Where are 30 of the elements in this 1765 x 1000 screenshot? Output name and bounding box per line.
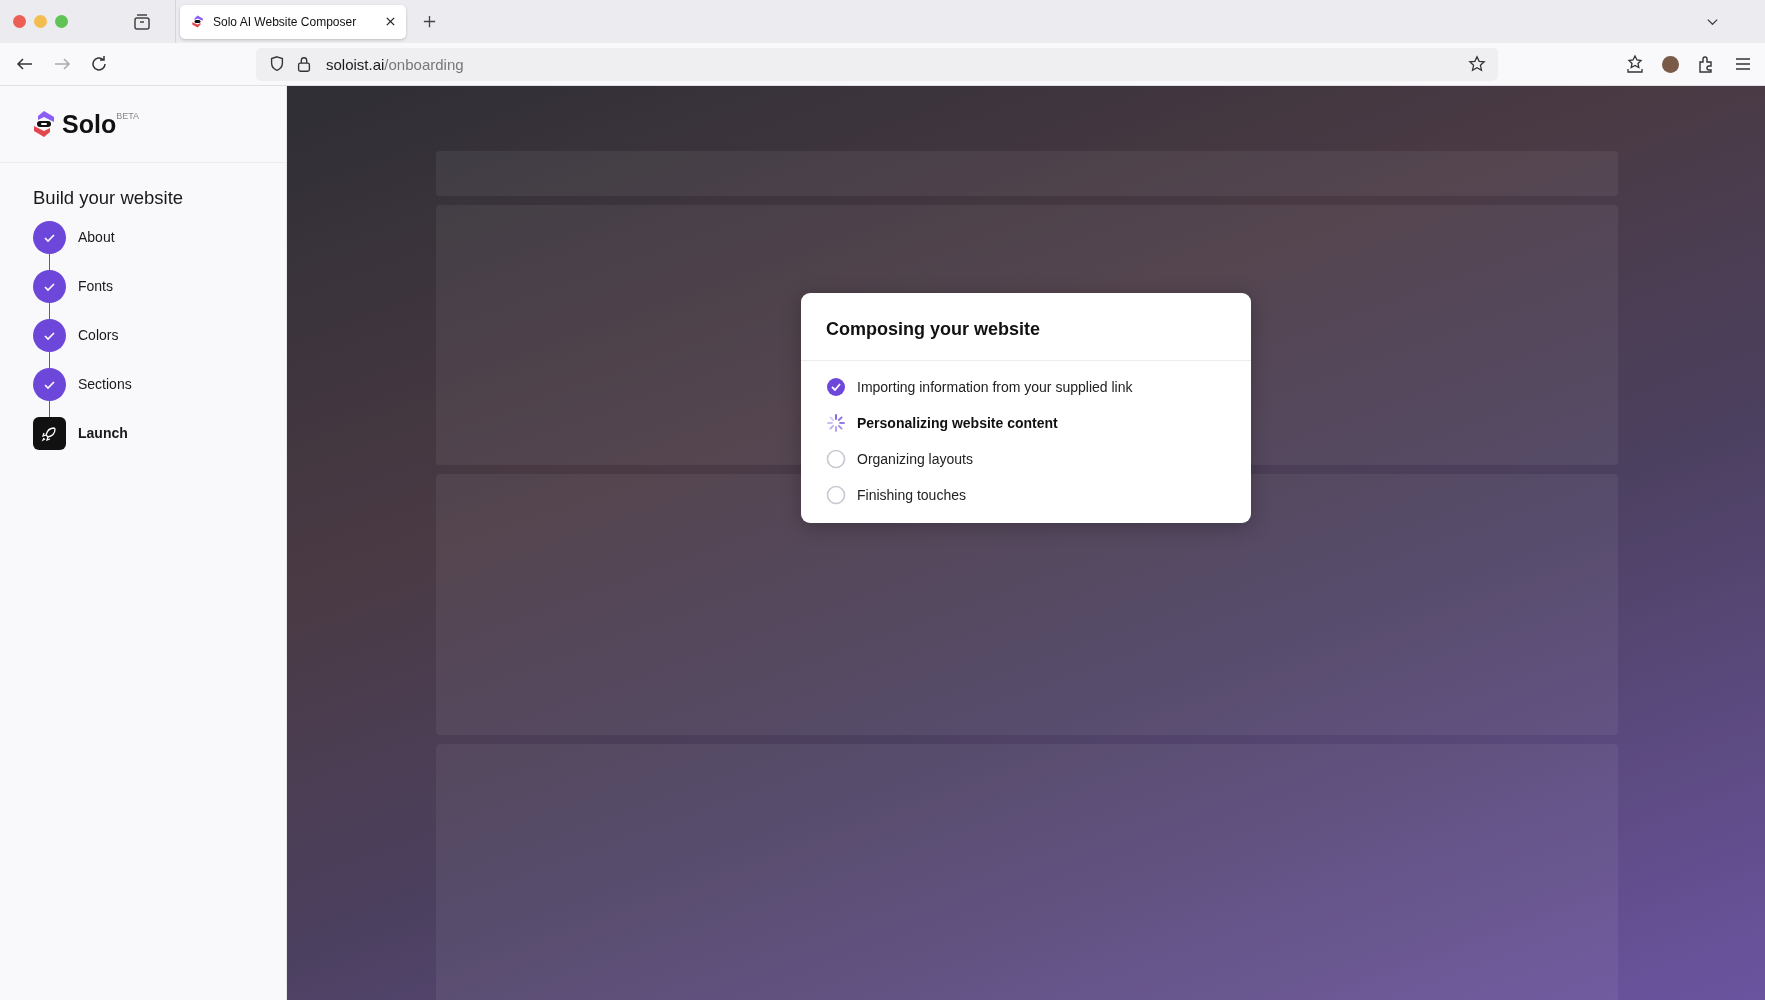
brand-name: Solo [62, 109, 117, 139]
beta-label: BETA [116, 111, 139, 121]
browser-tab[interactable]: Solo AI Website Composer [180, 4, 406, 39]
tab-title: Solo AI Website Composer [213, 14, 358, 29]
step-link[interactable]: Launch [78, 417, 128, 450]
sidebar-heading: Build your website [33, 187, 185, 209]
star-tray-icon[interactable] [1625, 54, 1646, 74]
shield-icon [268, 55, 286, 73]
avatar[interactable] [1662, 55, 1679, 73]
close-window-button[interactable] [13, 15, 26, 28]
dialog-title: Composing your website [801, 293, 1251, 361]
star-icon[interactable] [1468, 55, 1487, 73]
task-label: Personalizing website content [857, 415, 1058, 431]
solo-logo-icon [32, 110, 56, 138]
task-label: Finishing touches [857, 487, 966, 503]
close-icon[interactable] [385, 16, 396, 27]
step-link[interactable]: Colors [78, 319, 119, 352]
reload-icon[interactable] [89, 54, 109, 74]
address-bar[interactable]: soloist.ai/onboarding [256, 47, 1499, 81]
step-link[interactable]: About [78, 221, 115, 254]
url-path: /onboarding [384, 55, 464, 73]
tab-overview-icon[interactable] [132, 11, 152, 32]
url-host: soloist.ai [326, 55, 385, 73]
lock-icon [295, 55, 313, 73]
step-link[interactable]: Sections [78, 368, 132, 401]
solo-logo-icon [190, 14, 205, 29]
new-tab-icon[interactable] [422, 14, 437, 29]
task-label: Organizing layouts [857, 451, 973, 467]
step-link[interactable]: Fonts [78, 270, 113, 303]
task-label: Importing information from your supplied link [857, 379, 1133, 395]
